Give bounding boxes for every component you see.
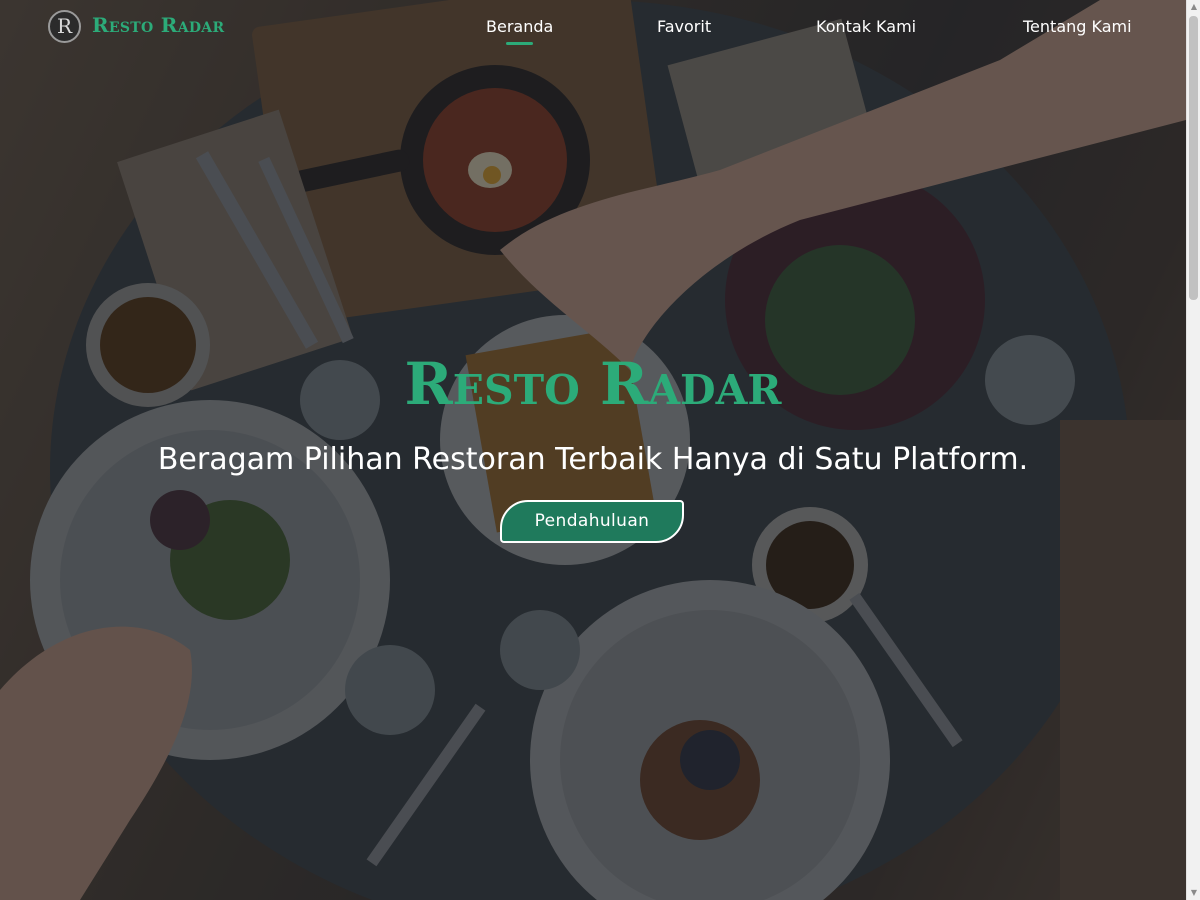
nav-item-tentang-kami[interactable]: Tentang Kami (1023, 17, 1132, 36)
scrollbar-thumb[interactable] (1189, 16, 1198, 300)
hero-subtitle: Beragam Pilihan Restoran Terbaik Hanya d… (157, 442, 1029, 477)
page-scrollbar[interactable]: ▲ ▼ (1186, 0, 1200, 900)
nav-item-beranda[interactable]: Beranda (486, 17, 553, 36)
active-nav-indicator (506, 42, 533, 45)
brand-name[interactable]: Resto Radar (92, 13, 224, 37)
page: R Resto Radar Beranda Favorit Kontak Kam… (0, 0, 1200, 900)
nav-item-favorit[interactable]: Favorit (657, 17, 711, 36)
nav-item-kontak-kami[interactable]: Kontak Kami (816, 17, 916, 36)
logo-icon[interactable]: R (48, 10, 81, 43)
hero-title: Resto Radar (404, 350, 782, 418)
navbar: R Resto Radar Beranda Favorit Kontak Kam… (0, 0, 1186, 56)
triangle-up-icon[interactable]: ▲ (1187, 0, 1200, 14)
triangle-down-icon[interactable]: ▼ (1187, 886, 1200, 900)
pendahuluan-button[interactable]: Pendahuluan (500, 500, 684, 543)
